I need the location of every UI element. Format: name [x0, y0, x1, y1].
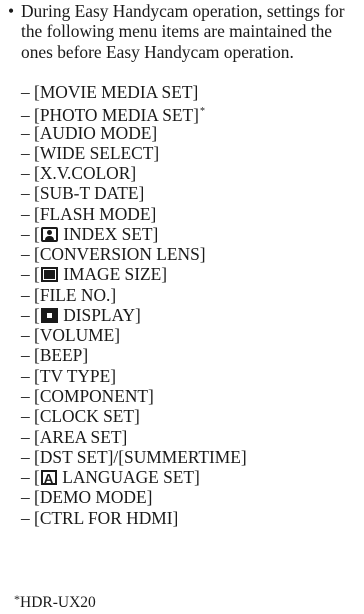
- menu-item-text: – [DST SET]/[SUMMERTIME]: [21, 446, 247, 467]
- menu-item-text-after-icon: DISPLAY]: [58, 304, 141, 325]
- menu-item: – [AREA SET]: [21, 427, 247, 447]
- menu-item-text: – [CLOCK SET]: [21, 406, 140, 427]
- display-icon: [40, 307, 58, 323]
- menu-item: – [COMPONENT]: [21, 386, 247, 406]
- bullet-marker: •: [8, 1, 15, 21]
- image-size-icon: [40, 267, 58, 283]
- menu-item: – [DEMO MODE]: [21, 487, 247, 507]
- menu-item-text: – [MOVIE MEDIA SET]: [21, 82, 199, 102]
- menu-item-text: – [: [21, 304, 40, 325]
- menu-item: – [PHOTO MEDIA SET]*: [21, 102, 247, 125]
- menu-item-text: – [WIDE SELECT]: [21, 142, 160, 163]
- menu-item: – [DST SET]/[SUMMERTIME]: [21, 447, 247, 467]
- menu-item: – [ IMAGE SIZE]: [21, 264, 247, 284]
- menu-item-text: – [: [21, 467, 40, 488]
- menu-item: – [CONVERSION LENS]: [21, 244, 247, 264]
- menu-item-text: – [CONVERSION LENS]: [21, 244, 206, 265]
- menu-item: – [TV TYPE]: [21, 366, 247, 386]
- menu-item-text: – [TV TYPE]: [21, 365, 117, 386]
- menu-item: – [MOVIE MEDIA SET]: [21, 82, 247, 102]
- menu-item-text: – [FILE NO.]: [21, 284, 117, 305]
- document-page: • During Easy Handycam operation, settin…: [0, 0, 364, 614]
- menu-item-text: – [DEMO MODE]: [21, 487, 153, 508]
- language-icon: [40, 469, 57, 489]
- face-index-icon: [40, 226, 58, 242]
- menu-item-text: – [X.V.COLOR]: [21, 163, 137, 184]
- menu-item-text-after-icon: INDEX SET]: [58, 223, 159, 244]
- menu-item-text: – [AREA SET]: [21, 426, 128, 447]
- footnote-reference: *: [199, 106, 205, 118]
- menu-item-text: – [COMPONENT]: [21, 385, 154, 406]
- menu-item: – [BEEP]: [21, 345, 247, 365]
- menu-item: – [CLOCK SET]: [21, 406, 247, 426]
- menu-item-text-after-icon: LANGUAGE SET]: [57, 467, 200, 488]
- menu-item: – [FLASH MODE]: [21, 204, 247, 224]
- menu-item-text: – [SUB-T DATE]: [21, 183, 145, 204]
- menu-item-text: – [AUDIO MODE]: [21, 122, 158, 143]
- menu-item-text: – [BEEP]: [21, 345, 89, 366]
- menu-item-text: – [: [21, 264, 40, 285]
- menu-item-text: – [CTRL FOR HDMI]: [21, 507, 179, 528]
- menu-item: – [FILE NO.]: [21, 285, 247, 305]
- footnote: *HDR-UX20: [14, 589, 96, 613]
- menu-item: – [SUB-T DATE]: [21, 183, 247, 203]
- menu-item-text-after-icon: IMAGE SIZE]: [58, 264, 168, 285]
- menu-item: – [AUDIO MODE]: [21, 123, 247, 143]
- menu-item-text: – [FLASH MODE]: [21, 203, 157, 224]
- menu-item-text: – [: [21, 223, 40, 244]
- menu-item: – [WIDE SELECT]: [21, 143, 247, 163]
- footnote-text: HDR-UX20: [20, 594, 96, 611]
- menu-items-list: – [MOVIE MEDIA SET] – [PHOTO MEDIA SET]* –…: [21, 82, 247, 528]
- menu-item: – [ DISPLAY]: [21, 305, 247, 325]
- intro-paragraph: • During Easy Handycam operation, settin…: [8, 1, 358, 62]
- intro-text: During Easy Handycam operation, settings…: [21, 1, 345, 62]
- menu-item: – [VOLUME]: [21, 325, 247, 345]
- menu-item: – [ LANGUAGE SET]: [21, 467, 247, 489]
- menu-item: – [CTRL FOR HDMI]: [21, 508, 247, 528]
- menu-item-text: – [VOLUME]: [21, 325, 121, 346]
- menu-item: – [ INDEX SET]: [21, 224, 247, 244]
- menu-item: – [X.V.COLOR]: [21, 163, 247, 183]
